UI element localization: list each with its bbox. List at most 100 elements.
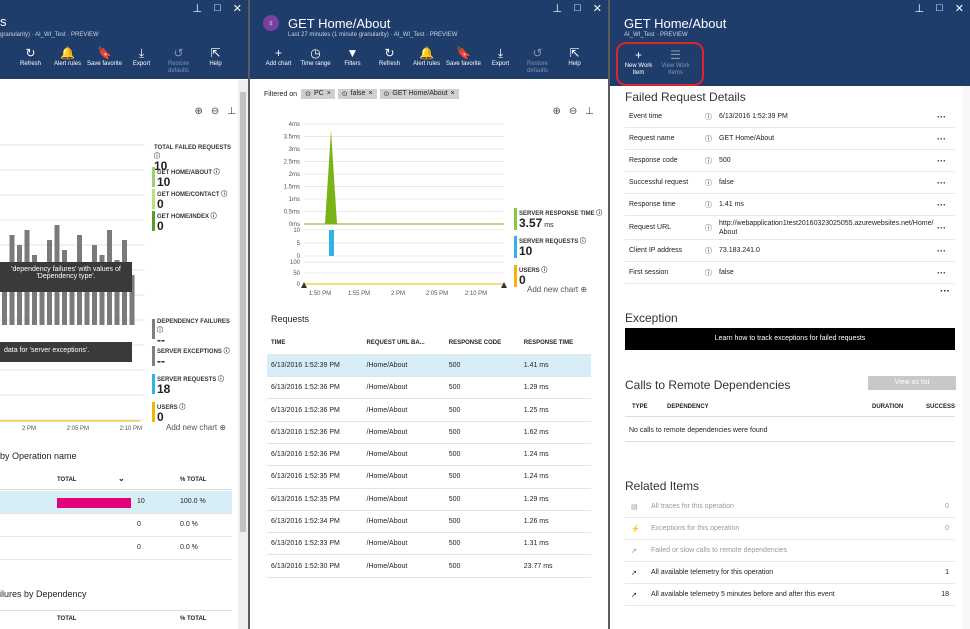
table-row[interactable]: 6/13/2016 1:52:33 PM/Home/About 500 1.31 m… — [267, 532, 591, 556]
metric-dependency-failures[interactable]: DEPENDENCY FAILURES ⓘ -- — [152, 319, 237, 346]
zoom-out-icon[interactable]: ⊖ — [211, 106, 219, 117]
filters-button[interactable]: ▼ Filters — [334, 46, 371, 75]
column-header[interactable]: RESPONSE CODE — [444, 332, 520, 355]
table-row[interactable]: 6/13/2016 1:52:36 PM/Home/About 500 1.24 m… — [267, 443, 591, 467]
table-row[interactable]: 6/13/2016 1:52:36 PM/Home/About 500 1.29 m… — [267, 376, 591, 400]
more-icon[interactable]: ··· — [937, 268, 955, 278]
pin-chart-icon[interactable]: ⊥ — [227, 106, 236, 117]
more-icon[interactable]: ··· — [937, 178, 955, 188]
maximize-icon[interactable]: □ — [214, 2, 221, 15]
alert-rules-button[interactable]: 🔔 Alert rules — [408, 46, 445, 75]
filter-pill[interactable]: ⊙ GET Home/About × — [379, 89, 459, 99]
metric-get-home-index[interactable]: GET HOME/INDEX ⓘ 0 — [152, 211, 217, 232]
table-row[interactable]: 6/13/2016 1:52:36 PM/Home/About 500 1.62 m… — [267, 421, 591, 444]
metric-server-requests[interactable]: SERVER REQUESTS ⓘ 10 — [514, 236, 586, 258]
refresh-button[interactable]: ↻ Refresh — [12, 46, 49, 75]
column-header[interactable]: REQUEST URL BA... — [362, 332, 445, 355]
table-row[interactable]: 0 0.0 % — [0, 537, 232, 560]
grid1-title: by Operation name — [0, 451, 77, 461]
table-row[interactable]: 6/13/2016 1:52:34 PM/Home/About 500 1.26 m… — [267, 510, 591, 534]
remove-filter-icon[interactable]: × — [327, 90, 331, 98]
export-button[interactable]: ⤓ Export — [482, 46, 519, 75]
related-item-all-available-telemetry-5-minutes-before-and-after-this-event[interactable]: ↗ All available telemetry 5 minutes befor… — [625, 584, 955, 606]
metric-server-requests[interactable]: SERVER REQUESTS ⓘ 18 — [152, 374, 224, 395]
save-favorite-button[interactable]: 🔖 Save favorite — [445, 46, 482, 75]
column-header[interactable]: TIME — [267, 332, 363, 355]
related-item-exceptions-for-this-operation[interactable]: ⚡ Exceptions for this operation 0 — [625, 518, 955, 540]
export-button[interactable]: ⤓ Export — [123, 46, 160, 75]
more-icon[interactable]: ··· — [937, 200, 955, 210]
pin-icon[interactable]: ⊥ — [915, 2, 925, 15]
metric-server-response-time[interactable]: SERVER RESPONSE TIME ⓘ 3.57 ms — [514, 208, 602, 232]
col-pct-total[interactable]: % TOTAL — [180, 616, 206, 622]
x-tick: 2 PM — [22, 426, 37, 432]
detail-value: 1.41 ms — [719, 201, 744, 208]
close-icon[interactable]: ✕ — [593, 2, 602, 15]
pin-icon[interactable]: ⊥ — [553, 2, 563, 15]
filter-icon: ⊙ — [341, 91, 348, 98]
metric-get-home-contact[interactable]: GET HOME/CONTACT ⓘ 0 — [152, 189, 227, 210]
more-icon[interactable]: ··· — [937, 246, 955, 256]
more-icon[interactable]: ··· — [937, 156, 955, 166]
table-row[interactable]: 6/13/2016 1:52:30 PM/Home/About 500 23.77 … — [267, 554, 591, 578]
time-range-button[interactable]: ◷ Time range — [297, 46, 334, 75]
add-chart-link[interactable]: Add new chart ⊕ — [166, 423, 226, 432]
table-row[interactable]: 0 0.0 % — [0, 514, 232, 537]
pin-chart-icon[interactable]: ⊥ — [585, 106, 594, 117]
save-favorite-button[interactable]: 🔖 Save favorite — [86, 46, 123, 75]
related-item-all-available-telemetry-for-this-operation[interactable]: ↗ All available telemetry for this operat… — [625, 562, 955, 584]
close-icon[interactable]: ✕ — [233, 2, 242, 15]
col-total[interactable]: TOTAL — [57, 477, 76, 483]
table-row[interactable]: 10 100.0 % — [0, 491, 232, 514]
more-icon[interactable]: ··· — [937, 223, 955, 233]
filter-pill[interactable]: ⊙ false × — [337, 89, 377, 99]
metric-users[interactable]: USERS ⓘ 0 — [514, 265, 547, 287]
zoom-in-icon[interactable]: ⊕ — [195, 106, 203, 117]
zoom-out-icon[interactable]: ⊖ — [569, 106, 577, 117]
y-tick: 1ms — [289, 197, 300, 203]
zoom-in-icon[interactable]: ⊕ — [553, 106, 561, 117]
maximize-icon[interactable]: □ — [574, 2, 581, 15]
y-tick: 10 — [293, 228, 300, 234]
add-chart-button[interactable]: + Add chart — [260, 46, 297, 75]
table-row[interactable]: 6/13/2016 1:52:36 PM/Home/About 500 1.25 m… — [267, 398, 591, 422]
close-icon[interactable]: ✕ — [955, 2, 964, 15]
range-handle-right[interactable] — [501, 282, 507, 288]
col-total[interactable]: TOTAL — [57, 616, 76, 622]
restore-defaults-button[interactable]: ↺ Restore defaults — [519, 46, 556, 75]
more-icon[interactable]: ··· — [937, 112, 955, 122]
remove-filter-icon[interactable]: × — [451, 90, 455, 98]
help-button[interactable]: ⇱ Help — [197, 46, 234, 75]
related-item-all-traces-for-this-operation[interactable]: ▤ All traces for this operation 0 — [625, 496, 955, 518]
related-item-failed-or-slow-calls-to-remote-dependencies[interactable]: ↗ Failed or slow calls to remote dependen… — [625, 540, 955, 562]
more-icon[interactable]: ··· — [940, 286, 950, 297]
metric-users[interactable]: USERS ⓘ 0 — [152, 402, 185, 423]
view-as-list-button[interactable]: View as list — [868, 376, 956, 390]
table-row[interactable]: 6/13/2016 1:52:35 PM/Home/About 500 1.29 m… — [267, 488, 591, 511]
filter-pill[interactable]: ⊙ PC × — [301, 89, 335, 99]
metric-server-exceptions[interactable]: SERVER EXCEPTIONS ⓘ -- — [152, 346, 230, 367]
x-tick: 1:55 PM — [348, 291, 370, 297]
table-row[interactable]: 6/13/2016 1:52:35 PM/Home/About 500 1.24 m… — [267, 465, 591, 489]
series-color — [152, 167, 155, 187]
series-color — [514, 208, 517, 230]
scrollbar[interactable] — [962, 86, 970, 629]
alert-rules-button[interactable]: 🔔 Alert rules — [49, 46, 86, 75]
add-chart-link[interactable]: Add new chart ⊕ — [527, 285, 587, 294]
column-header[interactable]: RESPONSE TIME — [519, 332, 591, 355]
restore-defaults-button[interactable]: ↺ Restore defaults — [160, 46, 197, 75]
learn-exceptions-button[interactable]: Learn how to track exceptions for failed… — [625, 328, 955, 350]
refresh-button[interactable]: ↻ Refresh — [371, 46, 408, 75]
range-handle-left[interactable] — [301, 282, 307, 288]
col-pct-total[interactable]: % TOTAL — [180, 477, 206, 483]
pin-icon[interactable]: ⊥ — [193, 2, 203, 15]
metric-get-home-about[interactable]: GET HOME/ABOUT ⓘ 10 — [152, 167, 220, 188]
more-icon[interactable]: ··· — [937, 134, 955, 144]
remove-filter-icon[interactable]: × — [368, 90, 372, 98]
related-item-count: 0 — [945, 503, 949, 510]
chevron-down-icon[interactable]: ⌄ — [118, 474, 125, 483]
scrollbar[interactable] — [238, 80, 248, 629]
help-button[interactable]: ⇱ Help — [556, 46, 593, 75]
maximize-icon[interactable]: □ — [936, 2, 943, 15]
table-row[interactable]: 6/13/2016 1:52:39 PM/Home/About 500 1.41 m… — [267, 354, 591, 378]
